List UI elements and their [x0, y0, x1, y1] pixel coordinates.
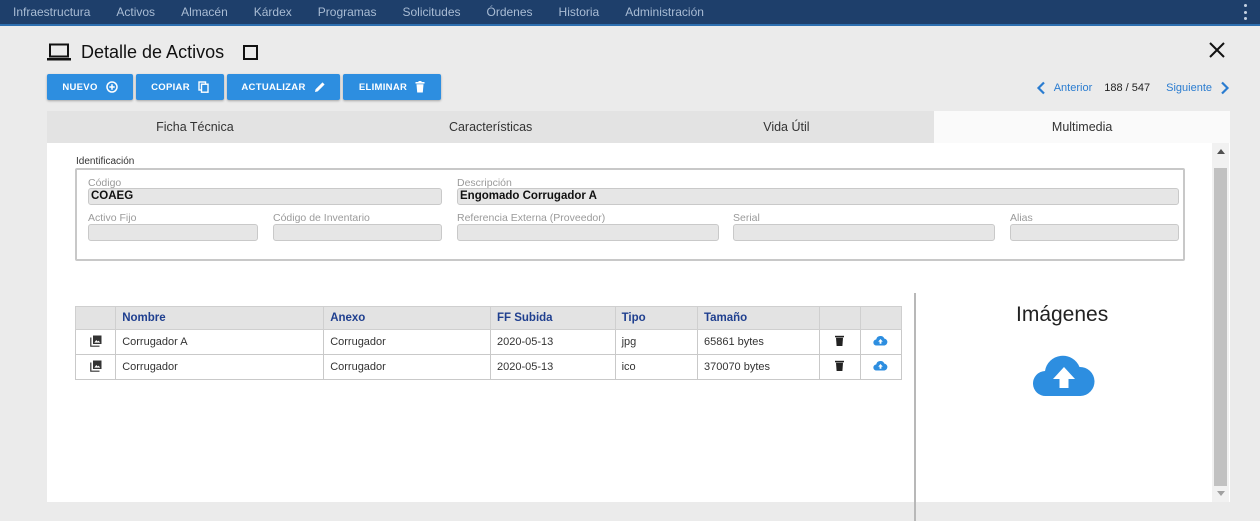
chevron-left-icon[interactable] — [1036, 81, 1046, 95]
tab-multimedia[interactable]: Multimedia — [934, 111, 1230, 143]
record-pager: Anterior 188 / 547 Siguiente — [1036, 81, 1230, 95]
scroll-up-arrow[interactable] — [1217, 149, 1225, 154]
image-library-icon[interactable] — [89, 360, 102, 372]
laptop-icon — [47, 43, 71, 61]
actualizar-label: ACTUALIZAR — [241, 81, 306, 93]
cloud-upload-icon[interactable] — [873, 335, 888, 346]
activo-fijo-field[interactable] — [88, 224, 258, 241]
identificacion-fieldset: Código COAEG Descripción Engomado Corrug… — [75, 168, 1185, 261]
cell-tipo: ico — [614, 354, 698, 380]
codigo-inventario-field[interactable] — [273, 224, 442, 241]
row-icon-cell — [74, 354, 117, 380]
nav-item-infraestructura[interactable]: Infraestructura — [13, 5, 90, 19]
nav-item-kardex[interactable]: Kárdex — [254, 5, 292, 19]
cell-nombre: Corrugador A — [115, 329, 325, 355]
cloud-upload-icon[interactable] — [873, 360, 888, 371]
descripcion-field[interactable]: Engomado Corrugador A — [457, 188, 1179, 205]
cell-anexo: Corrugador — [323, 329, 491, 355]
chevron-right-icon[interactable] — [1220, 81, 1230, 95]
image-library-icon[interactable] — [89, 335, 102, 347]
delete-cell — [818, 329, 861, 355]
multimedia-content: Identificación Código COAEG Descripción … — [47, 143, 1230, 521]
imagenes-title: Imágenes — [1016, 303, 1109, 326]
scroll-down-arrow[interactable] — [1217, 491, 1225, 496]
record-count: 188 / 547 — [1104, 82, 1151, 94]
col-download-header — [859, 306, 903, 330]
table-row[interactable]: Corrugador A Corrugador 2020-05-13 jpg 6… — [74, 329, 903, 355]
serial-field[interactable] — [733, 224, 995, 241]
more-menu-icon[interactable] — [1244, 4, 1248, 20]
trash-icon[interactable] — [835, 360, 845, 371]
nav-item-almacen[interactable]: Almacén — [181, 5, 228, 19]
serial-label: Serial — [733, 212, 760, 224]
detail-tabs: Ficha Técnica Características Vida Útil … — [47, 111, 1230, 143]
cloud-upload-icon[interactable] — [1032, 353, 1096, 397]
col-anexo-header[interactable]: Anexo — [323, 306, 491, 330]
codigo-field[interactable]: COAEG — [88, 188, 442, 205]
cell-tamano: 370070 bytes — [696, 354, 820, 380]
pencil-icon — [314, 82, 325, 92]
row-icon-cell — [74, 329, 117, 355]
cell-tipo: jpg — [614, 329, 698, 355]
cell-nombre: Corrugador — [115, 354, 325, 380]
table-row[interactable]: Corrugador Corrugador 2020-05-13 ico 370… — [74, 354, 903, 380]
table-header-row: Nombre Anexo FF Subida Tipo Tamaño — [74, 306, 903, 330]
tab-caracteristicas[interactable]: Características — [343, 111, 639, 143]
top-navigation: Infraestructura Activos Almacén Kárdex P… — [0, 0, 1260, 26]
cell-fecha: 2020-05-13 — [489, 354, 616, 380]
referencia-field[interactable] — [457, 224, 719, 241]
codigo-inventario-label: Código de Inventario — [273, 212, 370, 224]
nav-item-administracion[interactable]: Administración — [625, 5, 704, 19]
scroll-thumb[interactable] — [1214, 168, 1227, 486]
alias-label: Alias — [1010, 212, 1033, 224]
identificacion-legend: Identificación — [76, 156, 135, 167]
anterior-link[interactable]: Anterior — [1054, 82, 1093, 94]
trash-icon[interactable] — [835, 335, 845, 346]
content-scrollbar[interactable] — [1212, 143, 1229, 502]
nuevo-label: NUEVO — [62, 81, 98, 93]
eliminar-label: ELIMINAR — [358, 81, 408, 93]
cell-anexo: Corrugador — [323, 354, 491, 380]
referencia-label: Referencia Externa (Proveedor) — [457, 212, 606, 224]
col-delete-header — [818, 306, 861, 330]
checkbox[interactable] — [243, 44, 259, 60]
nav-item-programas[interactable]: Programas — [318, 5, 377, 19]
nav-item-ordenes[interactable]: Órdenes — [487, 5, 533, 19]
download-cell — [859, 329, 903, 355]
copy-icon — [198, 81, 209, 93]
title-row: Detalle de Activos — [47, 40, 259, 64]
close-icon[interactable] — [1207, 40, 1227, 60]
panel-divider[interactable] — [914, 293, 916, 521]
page-title: Detalle de Activos — [81, 41, 225, 62]
col-icon-header — [74, 306, 117, 330]
cell-tamano: 65861 bytes — [696, 329, 820, 355]
plus-circle-icon — [105, 81, 118, 93]
siguiente-link[interactable]: Siguiente — [1166, 82, 1212, 94]
asset-detail-panel: Detalle de Activos NUEVO COPIAR ACTUALIZ… — [47, 26, 1230, 521]
copiar-label: COPIAR — [151, 81, 190, 93]
download-cell — [859, 354, 903, 380]
alias-field[interactable] — [1010, 224, 1179, 241]
delete-cell — [818, 354, 861, 380]
trash-icon — [415, 81, 425, 93]
nuevo-button[interactable]: NUEVO — [47, 74, 133, 100]
col-tipo-header[interactable]: Tipo — [614, 306, 698, 330]
activo-fijo-label: Activo Fijo — [88, 212, 137, 224]
tab-ficha-tecnica[interactable]: Ficha Técnica — [47, 111, 343, 143]
files-table: Nombre Anexo FF Subida Tipo Tamaño Corru… — [74, 306, 903, 380]
tab-vida-util[interactable]: Vida Útil — [639, 111, 935, 143]
nav-item-activos[interactable]: Activos — [116, 5, 155, 19]
eliminar-button[interactable]: ELIMINAR — [343, 74, 441, 100]
nav-item-solicitudes[interactable]: Solicitudes — [402, 5, 460, 19]
col-ff-subida-header[interactable]: FF Subida — [489, 306, 616, 330]
actualizar-button[interactable]: ACTUALIZAR — [227, 74, 340, 100]
col-tamano-header[interactable]: Tamaño — [696, 306, 820, 330]
toolbar: NUEVO COPIAR ACTUALIZAR ELIMINAR — [47, 74, 444, 100]
cell-fecha: 2020-05-13 — [489, 329, 616, 355]
copiar-button[interactable]: COPIAR — [136, 74, 224, 100]
col-nombre-header[interactable]: Nombre — [115, 306, 325, 330]
nav-item-historia[interactable]: Historia — [559, 5, 600, 19]
